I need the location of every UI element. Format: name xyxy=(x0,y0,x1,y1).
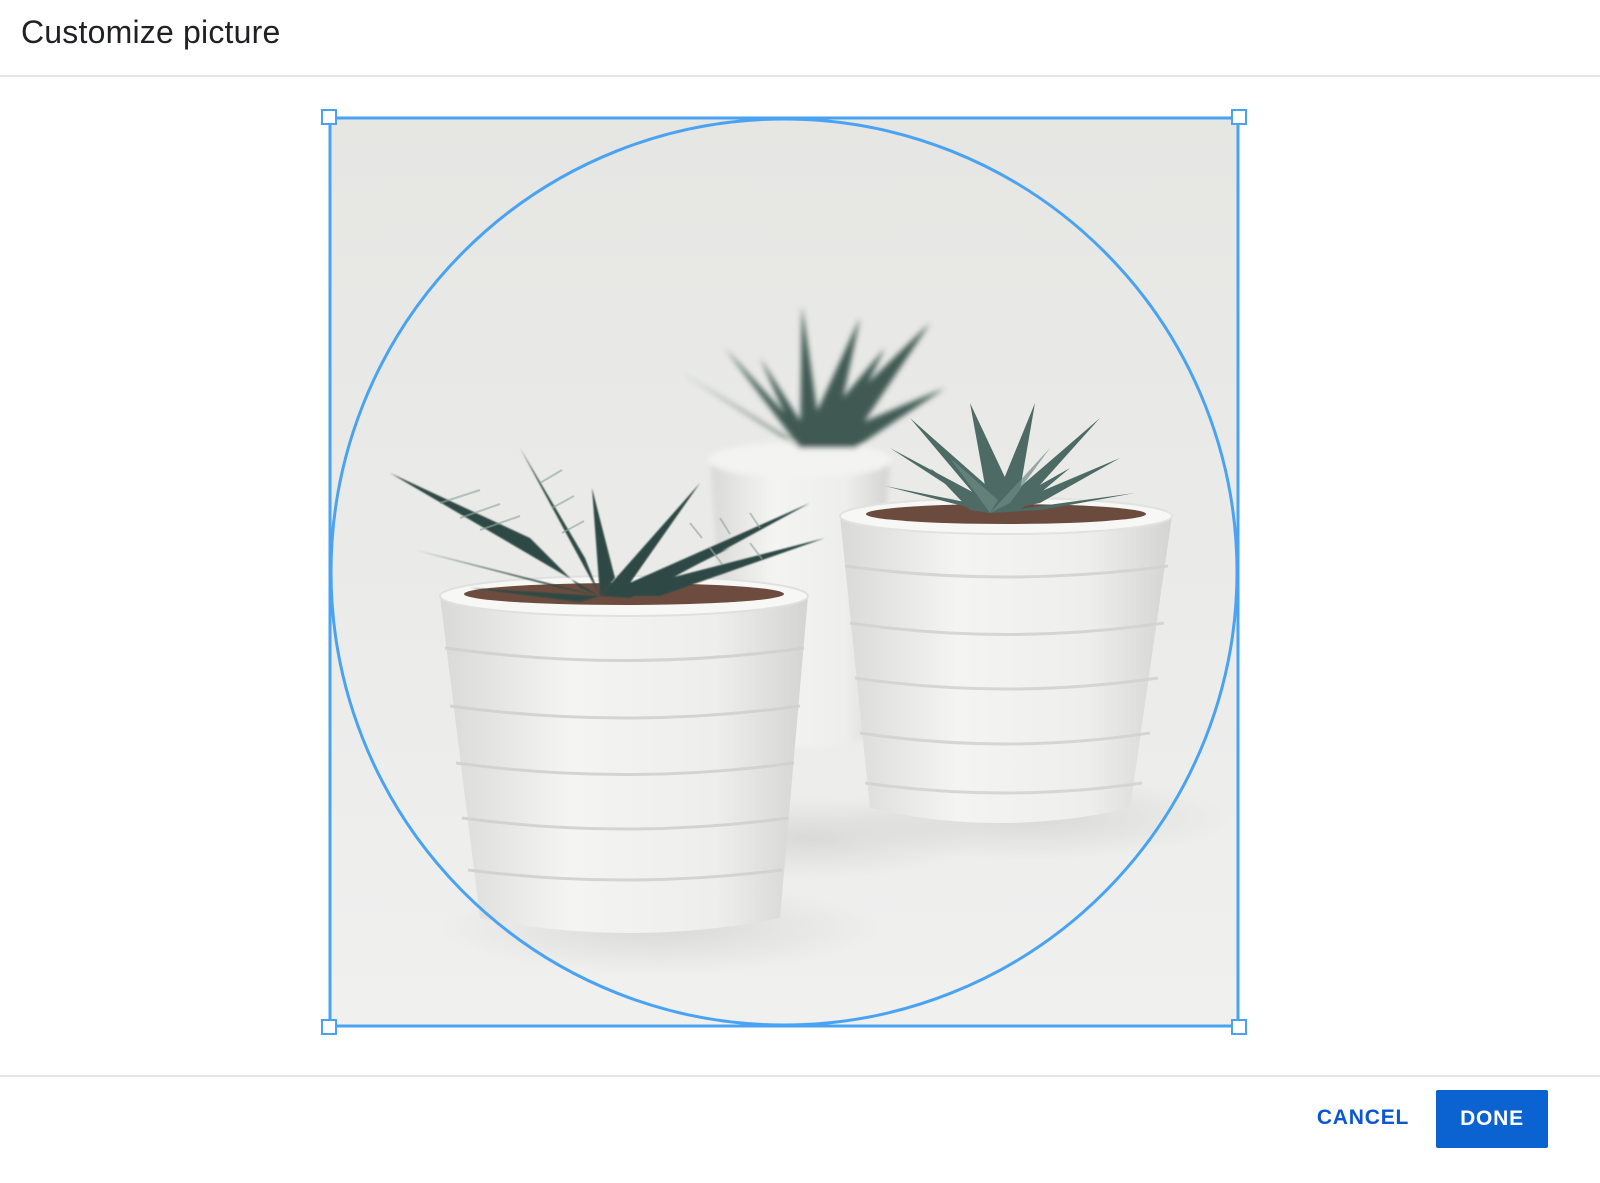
crop-handle-bottom-left[interactable] xyxy=(321,1019,337,1035)
dialog-header: Customize picture xyxy=(0,0,1600,77)
crop-stage[interactable] xyxy=(321,109,1247,1035)
dialog-title: Customize picture xyxy=(21,14,281,50)
crop-handle-bottom-right[interactable] xyxy=(1231,1019,1247,1035)
crop-handle-top-left[interactable] xyxy=(321,109,337,125)
dialog-footer: CANCEL DONE xyxy=(0,1075,1600,1183)
done-button[interactable]: DONE xyxy=(1436,1090,1548,1148)
cancel-button[interactable]: CANCEL xyxy=(1304,1090,1422,1146)
crop-area[interactable] xyxy=(330,118,1238,1026)
crop-handle-top-right[interactable] xyxy=(1231,109,1247,125)
